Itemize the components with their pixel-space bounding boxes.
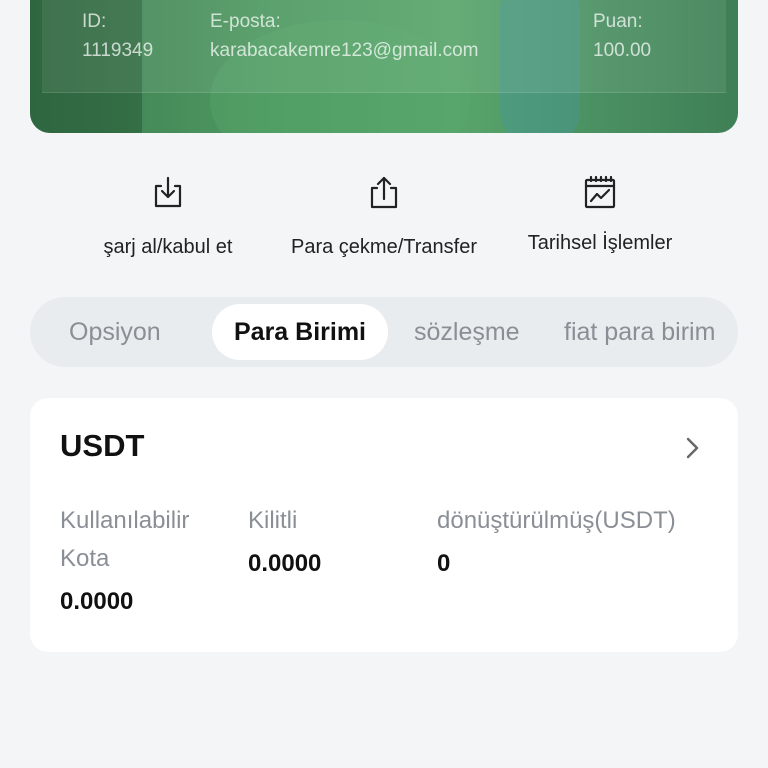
- available-quota-value: 0.0000: [60, 588, 134, 615]
- asset-name: USDT: [60, 428, 145, 463]
- available-quota: Kullanılabilir Kota 0.0000: [60, 502, 230, 620]
- history-label: Tarihsel İşlemler: [527, 232, 673, 254]
- upload-icon: [362, 170, 406, 214]
- account-id-label: ID:: [82, 11, 107, 32]
- history-button[interactable]: Tarihsel İşlemler: [522, 170, 678, 255]
- converted-amount-value: 0: [437, 550, 451, 577]
- account-id: ID: 1119349: [82, 8, 153, 66]
- tab-contract[interactable]: sözleşme: [414, 304, 520, 360]
- tab-fiat-currency[interactable]: fiat para birim: [564, 304, 715, 360]
- locked-amount-value: 0.0000: [248, 550, 322, 577]
- withdraw-transfer-label: Para çekme/Transfer: [291, 236, 477, 258]
- locked-amount-label: Kilitli: [248, 507, 298, 534]
- tab-option[interactable]: Opsiyon: [69, 304, 161, 360]
- locked-amount: Kilitli 0.0000: [248, 502, 321, 582]
- account-id-value: 1119349: [82, 40, 154, 61]
- account-email-label: E-posta:: [210, 11, 281, 32]
- chevron-right-icon[interactable]: [680, 434, 704, 462]
- converted-amount-label: dönüştürülmüş(USDT): [437, 507, 676, 534]
- withdraw-transfer-button[interactable]: Para çekme/Transfer: [285, 170, 483, 259]
- chart-calendar-icon: [578, 170, 622, 214]
- converted-amount: dönüştürülmüş(USDT) 0: [437, 502, 676, 582]
- account-points-value: 100.00: [593, 40, 652, 61]
- action-row: şarj al/kabul et Para çekme/Transfer Tar…: [0, 170, 768, 270]
- account-card: ID: 1119349 E-posta: karabacakemre123@gm…: [30, 0, 738, 133]
- account-points: Puan: 100.00: [593, 8, 651, 66]
- account-email-value: karabacakemre123@gmail.com: [210, 40, 479, 61]
- tab-currency[interactable]: Para Birimi: [212, 304, 388, 360]
- account-points-label: Puan:: [593, 11, 643, 32]
- deposit-button[interactable]: şarj al/kabul et: [98, 170, 238, 259]
- asset-type-tabs: Opsiyon Para Birimi sözleşme fiat para b…: [30, 297, 738, 367]
- account-info-panel: ID: 1119349 E-posta: karabacakemre123@gm…: [42, 0, 726, 93]
- download-icon: [146, 170, 190, 214]
- deposit-label: şarj al/kabul et: [103, 236, 233, 258]
- asset-card-usdt[interactable]: USDT Kullanılabilir Kota 0.0000 Kilitli …: [30, 398, 738, 652]
- wallet-page: ID: 1119349 E-posta: karabacakemre123@gm…: [0, 0, 768, 768]
- account-email: E-posta: karabacakemre123@gmail.com: [210, 8, 479, 66]
- available-quota-label: Kullanılabilir Kota: [60, 507, 190, 572]
